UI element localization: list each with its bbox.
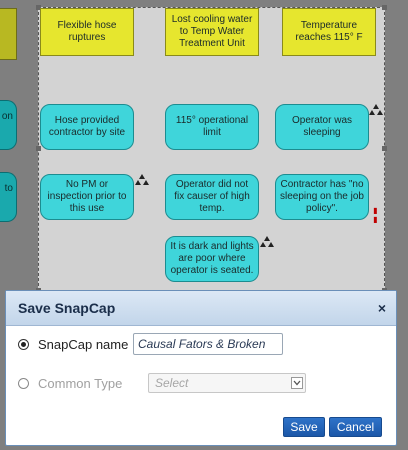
common-type-select-value: Select <box>155 376 189 390</box>
close-icon[interactable]: × <box>378 300 386 316</box>
diagram-node[interactable]: It is dark and lights are poor where ope… <box>165 236 259 282</box>
diagram-node[interactable]: 115° operational limit <box>165 104 259 150</box>
snapcap-name-label: SnapCap name <box>38 337 129 352</box>
offscreen-cyan-node-2: to <box>0 172 17 222</box>
offscreen-yellow-node <box>0 8 17 60</box>
resize-handle-top-right[interactable] <box>382 5 387 10</box>
diagram-node[interactable]: Temperature reaches 115° F <box>282 8 376 56</box>
common-type-radio[interactable] <box>18 378 29 389</box>
chevron-down-icon <box>291 377 303 389</box>
snapcap-name-input[interactable] <box>133 333 283 355</box>
common-type-select[interactable]: Select <box>148 373 306 393</box>
common-type-row: Common Type <box>18 376 122 391</box>
offscreen-cyan-node-1: on <box>0 100 17 150</box>
resize-handle-left[interactable] <box>36 146 41 151</box>
triangle-cluster-icon <box>135 174 149 185</box>
snapcap-name-row: SnapCap name <box>18 337 128 352</box>
red-marker-icon: ▮▮ <box>371 206 380 224</box>
snapcap-name-radio[interactable] <box>18 339 29 350</box>
diagram-node[interactable]: No PM or inspection prior to this use <box>40 174 134 220</box>
cancel-button[interactable]: Cancel <box>329 417 382 437</box>
common-type-label: Common Type <box>38 376 123 391</box>
triangle-cluster-icon <box>369 104 383 115</box>
dialog-header[interactable]: Save SnapCap × <box>6 291 396 326</box>
save-snapcap-dialog: Save SnapCap × SnapCap name Common Type … <box>5 290 397 446</box>
diagram-node[interactable]: Operator was sleeping <box>275 104 369 150</box>
save-button[interactable]: Save <box>283 417 325 437</box>
offscreen-node-text: to <box>4 183 13 194</box>
resize-handle-right[interactable] <box>382 146 387 151</box>
diagram-node[interactable]: Operator did not fix causer of high temp… <box>165 174 259 220</box>
diagram-node[interactable]: Flexible hose ruptures <box>40 8 134 56</box>
triangle-cluster-icon <box>260 236 274 247</box>
diagram-node[interactable]: Hose provided contractor by site <box>40 104 134 150</box>
diagram-node[interactable]: Contractor has "no sleeping on the job p… <box>275 174 369 220</box>
diagram-node[interactable]: Lost cooling water to Temp Water Treatme… <box>165 8 259 56</box>
dialog-title: Save SnapCap <box>18 300 116 316</box>
offscreen-node-text: on <box>1 111 13 122</box>
